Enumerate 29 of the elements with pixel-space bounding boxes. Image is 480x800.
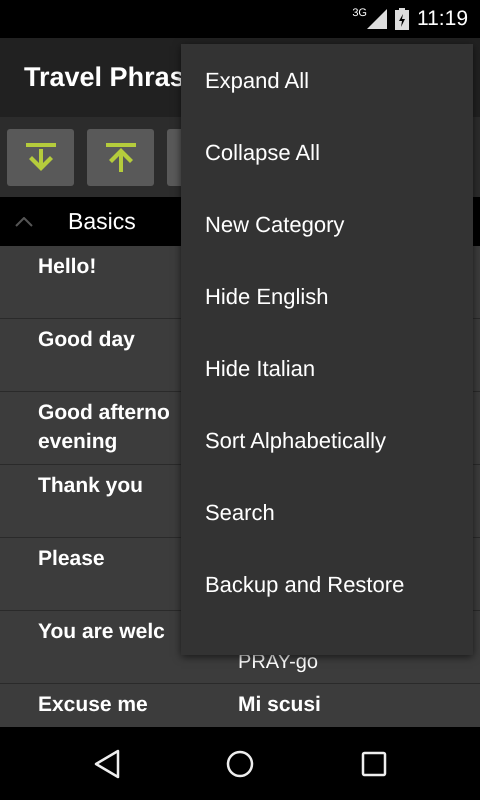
home-icon[interactable] [226,750,254,778]
english-phrase: You are welc [38,619,165,645]
toolbar-button[interactable] [87,128,154,186]
english-phrase: evening [38,429,118,455]
menu-item[interactable]: New Category [181,188,473,260]
recents-icon[interactable] [361,750,387,776]
english-phrase: Good day [38,327,135,353]
english-phrase: Please [38,546,105,572]
clock: 11:19 [417,6,468,32]
toolbar-button[interactable] [7,128,74,186]
english-phrase: Hello! [38,254,96,280]
english-phrase: Excuse me [38,692,148,718]
arrow-up-from-bar-icon [104,140,138,174]
arrow-down-to-bar-icon [24,140,58,174]
battery-icon [395,8,409,30]
english-phrase: Thank you [38,473,144,499]
menu-item[interactable]: Backup and Restore [181,548,473,620]
menu-item[interactable]: Sort Alphabetically [181,404,473,476]
menu-item[interactable]: Search [181,476,473,548]
chevron-icon[interactable] [15,216,33,226]
network-type: 3G [352,6,367,21]
english-phrase: Good afterno [38,400,170,426]
category-name: Basics [68,207,136,236]
pronunciation: PRAY-go [238,650,318,675]
signal-icon [367,9,387,29]
italian-phrase: Mi scusi [238,693,321,716]
menu-item[interactable]: Hide English [181,260,473,332]
menu-item[interactable]: Hide Italian [181,332,473,404]
back-icon[interactable] [94,748,120,778]
